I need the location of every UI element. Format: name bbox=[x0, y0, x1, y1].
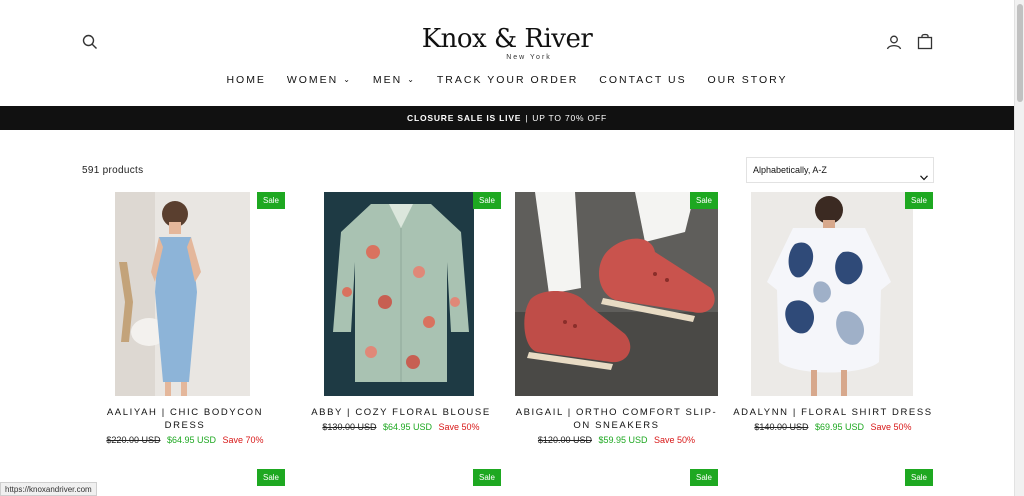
product-image[interactable]: Sale bbox=[515, 192, 718, 396]
save-percent: Save 50% bbox=[870, 422, 912, 432]
site-logo[interactable]: Knox & River New York bbox=[0, 24, 1014, 62]
nav-contact-us-label: CONTACT US bbox=[599, 74, 687, 86]
sale-badge: Sale bbox=[472, 469, 501, 486]
nav-home[interactable]: HOME bbox=[226, 74, 266, 86]
nav-home-label: HOME bbox=[226, 74, 266, 86]
sale-badge: Sale bbox=[256, 192, 285, 209]
original-price: $130.00 USD bbox=[322, 422, 377, 432]
sale-badge: Sale bbox=[472, 192, 501, 209]
nav-contact-us[interactable]: CONTACT US bbox=[599, 74, 686, 86]
product-title[interactable]: ABBY | COZY FLORAL BLOUSE bbox=[301, 406, 501, 419]
product-card[interactable]: Sale bbox=[85, 469, 285, 496]
product-title[interactable]: AALIYAH | CHIC BODYCON DRESS bbox=[85, 406, 285, 432]
sale-badge: Sale bbox=[689, 469, 718, 486]
save-percent: Save 50% bbox=[654, 435, 696, 445]
nav-women-label: WOMEN bbox=[286, 74, 339, 86]
chevron-down-icon bbox=[920, 166, 928, 181]
announcement-highlight: CLOSURE SALE IS LIVE bbox=[407, 113, 522, 123]
product-title[interactable]: ABIGAIL | ORTHO COMFORT SLIP-ON SNEAKERS bbox=[515, 406, 718, 432]
sale-price: $59.95 USD bbox=[598, 435, 648, 445]
sale-badge: Sale bbox=[689, 192, 718, 209]
sale-price: $64.95 USD bbox=[166, 435, 217, 445]
product-card[interactable]: Sale bbox=[301, 469, 501, 496]
sale-price: $64.95 USD bbox=[382, 422, 433, 432]
sort-value: Alphabetically, A-Z bbox=[753, 165, 827, 175]
original-price: $120.00 USD bbox=[537, 435, 592, 445]
sale-badge: Sale bbox=[256, 469, 285, 486]
product-card[interactable]: Sale bbox=[733, 469, 933, 496]
product-card[interactable]: Sale ABBY | COZY FLORAL BLOUSE $130.00 U… bbox=[301, 192, 501, 432]
product-card[interactable]: Sale ADALYNN | FLORAL SHIRT DRESS $140.0… bbox=[733, 192, 933, 432]
product-title[interactable]: ADALYNN | FLORAL SHIRT DRESS bbox=[733, 406, 933, 419]
product-prices: $220.00 USD $64.95 USD Save 70% bbox=[85, 435, 285, 445]
user-icon[interactable] bbox=[886, 34, 902, 50]
chevron-down-icon: ⌄ bbox=[343, 75, 352, 84]
announcement-text: UP TO 70% OFF bbox=[532, 113, 607, 123]
product-card[interactable]: Sale AALIYAH | CHIC BODYCON DRESS $220.0… bbox=[85, 192, 285, 445]
original-price: $220.00 USD bbox=[106, 435, 161, 445]
cart-icon[interactable] bbox=[917, 33, 933, 50]
page-scrollbar[interactable] bbox=[1014, 0, 1024, 496]
product-count: 591 products bbox=[82, 165, 144, 176]
site-header: Knox & River New York HOME WOMEN ⌄ MEN ⌄ T… bbox=[0, 0, 1014, 106]
save-percent: Save 50% bbox=[438, 422, 480, 432]
product-prices: $120.00 USD $59.95 USD Save 50% bbox=[515, 435, 718, 445]
product-image[interactable]: Sale bbox=[733, 192, 933, 396]
sort-select[interactable]: Alphabetically, A-Z bbox=[746, 157, 934, 183]
original-price: $140.00 USD bbox=[754, 422, 809, 432]
status-bar-url: https://knoxandriver.com bbox=[0, 482, 97, 496]
sale-badge: Sale bbox=[904, 192, 933, 209]
nav-men-label: MEN bbox=[372, 74, 403, 86]
chevron-down-icon: ⌄ bbox=[407, 75, 416, 84]
nav-men[interactable]: MEN ⌄ bbox=[373, 74, 416, 86]
announcement-bar[interactable]: CLOSURE SALE IS LIVE | UP TO 70% OFF bbox=[0, 106, 1014, 130]
product-image[interactable]: Sale bbox=[85, 192, 285, 396]
product-prices: $130.00 USD $64.95 USD Save 50% bbox=[301, 422, 501, 432]
brand-name: Knox & River bbox=[421, 24, 593, 54]
sale-badge: Sale bbox=[904, 469, 933, 486]
main-nav: HOME WOMEN ⌄ MEN ⌄ TRACK YOUR ORDER CONTAC… bbox=[0, 74, 1014, 86]
nav-our-story-label: OUR STORY bbox=[707, 74, 788, 86]
nav-track-order[interactable]: TRACK YOUR ORDER bbox=[437, 74, 579, 86]
save-percent: Save 70% bbox=[222, 435, 264, 445]
nav-our-story[interactable]: OUR STORY bbox=[708, 74, 788, 86]
product-card[interactable]: Sale bbox=[518, 469, 718, 496]
product-card[interactable]: Sale ABIGAIL | ORTHO COMFORT SLIP-ON SNE… bbox=[515, 192, 718, 445]
brand-tagline: New York bbox=[506, 54, 552, 61]
sale-price: $69.95 USD bbox=[814, 422, 865, 432]
nav-track-order-label: TRACK YOUR ORDER bbox=[436, 74, 579, 86]
scrollbar-thumb[interactable] bbox=[1017, 4, 1023, 102]
announcement-separator: | bbox=[525, 113, 529, 123]
nav-women[interactable]: WOMEN ⌄ bbox=[287, 74, 352, 86]
product-prices: $140.00 USD $69.95 USD Save 50% bbox=[733, 422, 933, 432]
product-image[interactable]: Sale bbox=[301, 192, 501, 396]
